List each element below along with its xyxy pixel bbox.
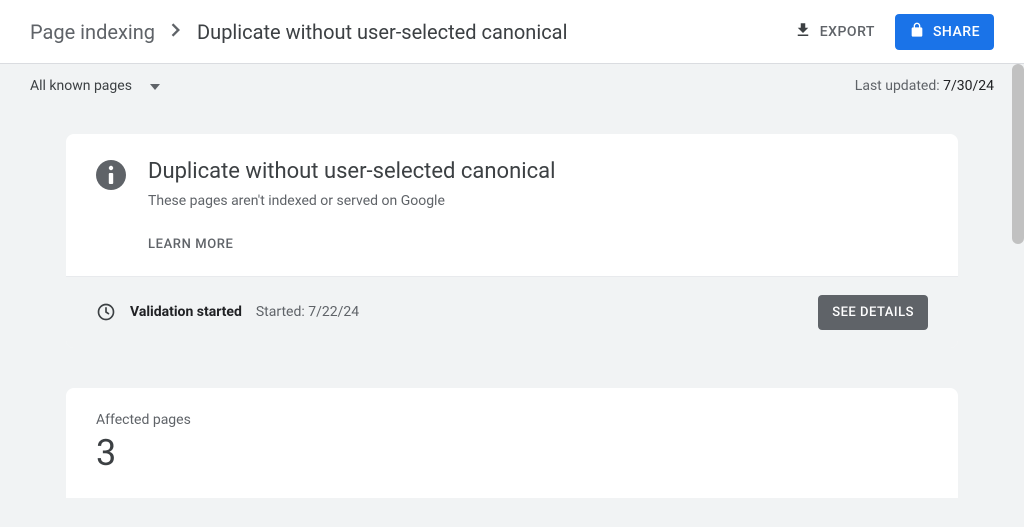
breadcrumb-root[interactable]: Page indexing: [30, 20, 155, 44]
share-button[interactable]: SHARE: [895, 14, 994, 50]
pages-filter-dropdown[interactable]: All known pages: [30, 78, 160, 94]
scrollbar[interactable]: [1012, 64, 1024, 244]
see-details-button[interactable]: SEE DETAILS: [818, 295, 928, 330]
learn-more-button[interactable]: LEARN MORE: [148, 237, 233, 252]
share-label: SHARE: [933, 24, 980, 40]
validation-status: Validation started: [130, 304, 242, 320]
lock-icon: [909, 22, 925, 42]
clock-icon: [96, 302, 116, 322]
issue-title: Duplicate without user-selected canonica…: [148, 158, 555, 187]
info-icon: [96, 160, 126, 190]
affected-pages-count: 3: [96, 432, 928, 474]
last-updated-value: 7/30/24: [943, 78, 994, 94]
export-button[interactable]: EXPORT: [794, 21, 875, 43]
caret-down-icon: [150, 78, 160, 94]
content: Duplicate without user-selected canonica…: [0, 94, 1024, 498]
last-updated-label: Last updated:: [855, 78, 943, 94]
filter-selected-label: All known pages: [30, 78, 132, 94]
validation-bar: Validation started Started: 7/22/24 SEE …: [66, 276, 958, 348]
issue-card-text: Duplicate without user-selected canonica…: [148, 158, 555, 252]
validation-started: Started: 7/22/24: [256, 304, 359, 320]
chevron-right-icon: [171, 21, 181, 42]
export-label: EXPORT: [820, 24, 875, 40]
issue-card-body: Duplicate without user-selected canonica…: [66, 134, 958, 276]
breadcrumb-current: Duplicate without user-selected canonica…: [197, 20, 567, 44]
validation-info: Validation started Started: 7/22/24: [96, 302, 359, 322]
breadcrumb: Page indexing Duplicate without user-sel…: [30, 20, 567, 44]
affected-pages-card: Affected pages 3: [66, 388, 958, 498]
header-actions: EXPORT SHARE: [794, 14, 994, 50]
subbar: All known pages Last updated: 7/30/24: [0, 64, 1024, 94]
affected-pages-label: Affected pages: [96, 412, 928, 428]
page-header: Page indexing Duplicate without user-sel…: [0, 0, 1024, 64]
last-updated: Last updated: 7/30/24: [855, 78, 994, 94]
issue-subtitle: These pages aren't indexed or served on …: [148, 193, 555, 209]
download-icon: [794, 21, 812, 43]
issue-card: Duplicate without user-selected canonica…: [66, 134, 958, 348]
